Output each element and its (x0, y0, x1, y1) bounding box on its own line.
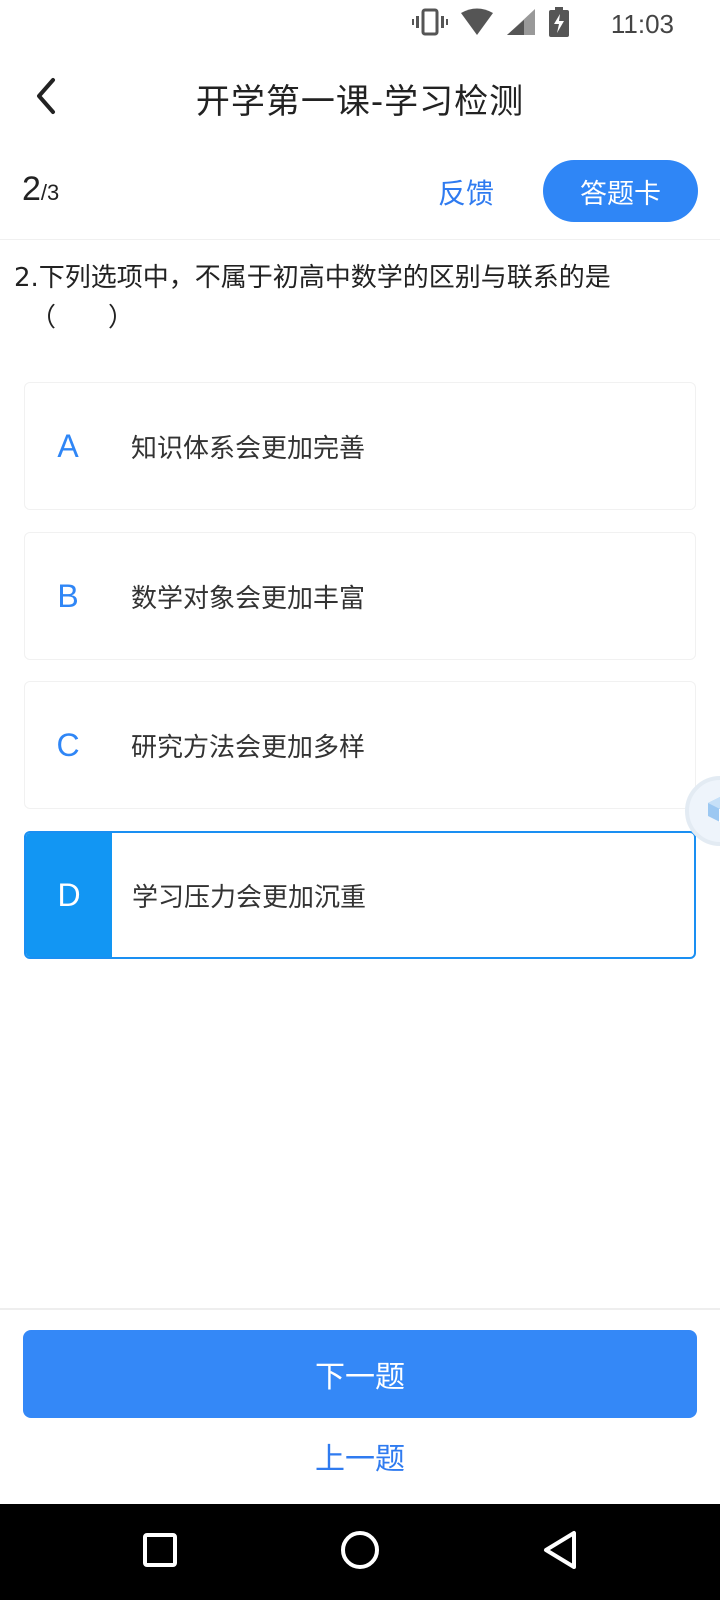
vibrate-icon (412, 8, 448, 40)
header: 开学第一课-学习检测 (0, 56, 720, 140)
question-progress: 2/3 (22, 170, 59, 209)
page-title: 开学第一课-学习检测 (195, 82, 525, 122)
option-text: 研究方法会更加多样 (131, 732, 366, 763)
progress-total: /3 (40, 180, 60, 205)
feedback-link[interactable]: 反馈 (438, 172, 494, 212)
option-a[interactable]: A 知识体系会更加完善 (24, 382, 696, 510)
option-letter: A (57, 427, 79, 464)
previous-question-button[interactable]: 上一题 (0, 1436, 720, 1484)
status-bar: 11:03 (0, 0, 720, 48)
system-back-button[interactable] (534, 1526, 586, 1578)
sub-header: 2/3 反馈 答题卡 (0, 150, 720, 240)
option-letter: C (56, 726, 80, 763)
option-text: 数学对象会更加丰富 (131, 583, 366, 614)
option-b[interactable]: B 数学对象会更加丰富 (24, 532, 696, 660)
home-circle-icon (340, 1530, 380, 1574)
option-text: 学习压力会更加沉重 (132, 882, 367, 913)
status-time: 11:03 (610, 9, 674, 39)
option-text: 知识体系会更加完善 (131, 433, 366, 464)
answer-card-button[interactable]: 答题卡 (543, 160, 698, 222)
signal-icon (506, 8, 536, 40)
wifi-icon (460, 8, 494, 40)
screen: 11:03 开学第一课-学习检测 2/3 反馈 答题卡 2.下列选项中，不属于初… (0, 0, 720, 1600)
option-c[interactable]: C 研究方法会更加多样 (24, 681, 696, 809)
question-text: 2.下列选项中，不属于初高中数学的区别与联系的是 （ ） (14, 258, 704, 338)
battery-charging-icon (548, 7, 570, 41)
question-stem: 2.下列选项中，不属于初高中数学的区别与联系的是 (14, 263, 611, 293)
question-blank: （ ） (30, 303, 135, 333)
recent-apps-button[interactable] (134, 1526, 186, 1578)
option-letter: D (26, 833, 112, 957)
system-nav-bar (0, 1504, 720, 1600)
option-letter: B (57, 577, 79, 614)
option-d[interactable]: D 学习压力会更加沉重 (24, 831, 696, 959)
recent-apps-square-icon (142, 1532, 178, 1572)
home-button[interactable] (334, 1526, 386, 1578)
bottom-divider (0, 1308, 720, 1310)
cube-icon (705, 794, 720, 828)
back-triangle-icon (541, 1530, 579, 1574)
status-icons (412, 7, 570, 41)
progress-current: 2 (22, 170, 41, 208)
next-question-button[interactable]: 下一题 (23, 1330, 697, 1418)
